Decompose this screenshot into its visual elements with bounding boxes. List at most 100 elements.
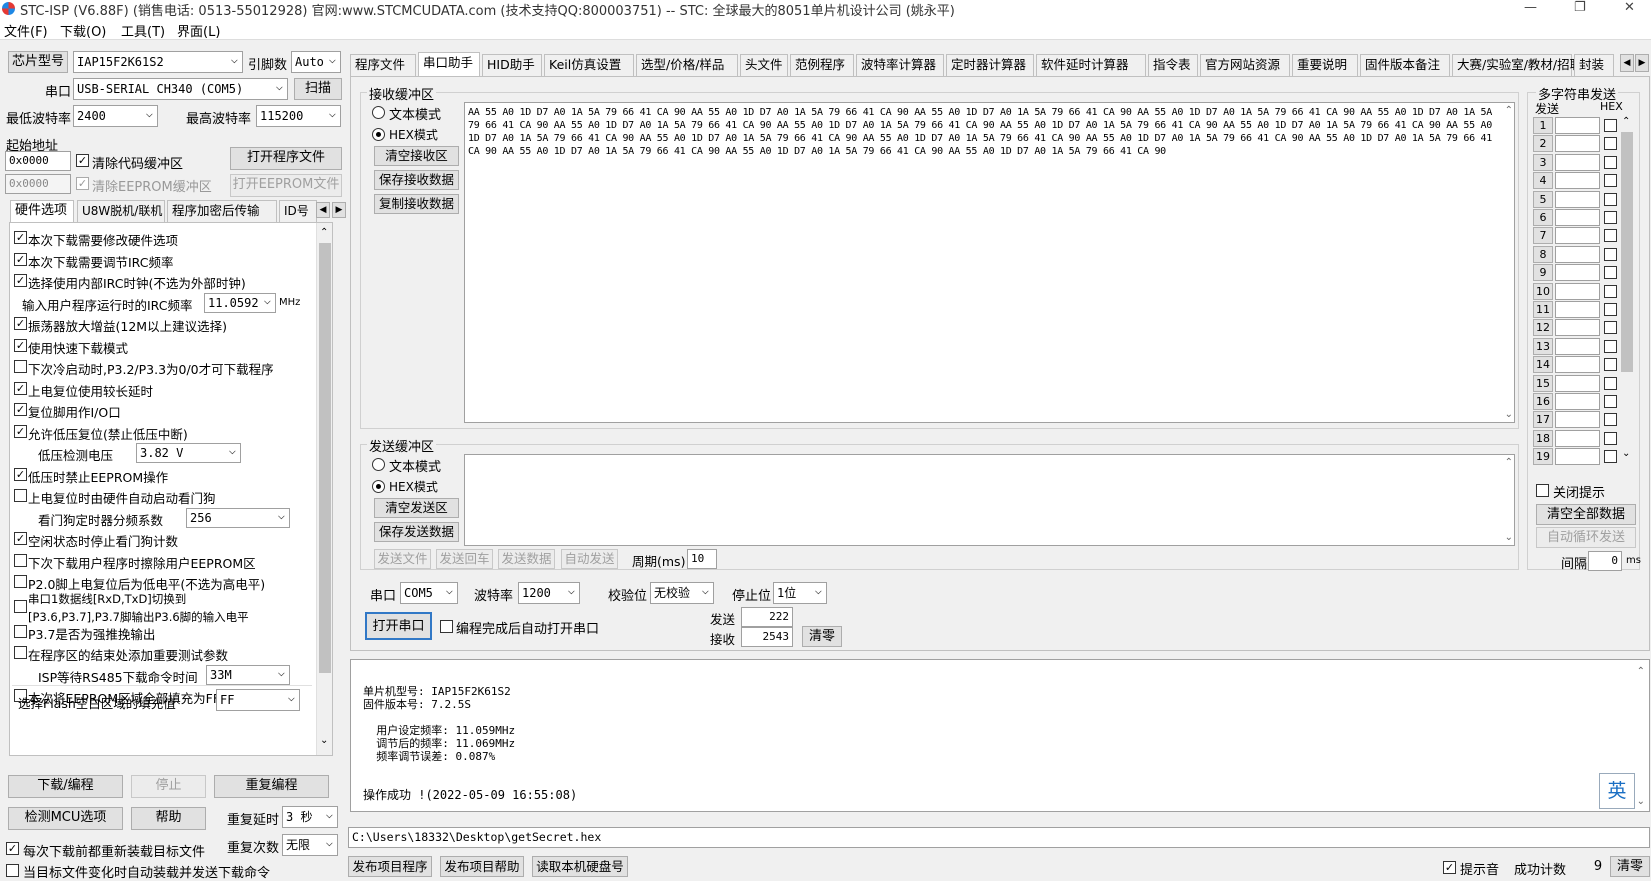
hardware-option-checkbox[interactable]: ✓ xyxy=(14,403,27,416)
multi-send-row-hex-checkbox[interactable] xyxy=(1604,321,1617,335)
send-scroll-up-icon[interactable]: ⌃ xyxy=(1505,457,1513,468)
multi-send-row-button[interactable]: 16 xyxy=(1533,393,1553,410)
receive-textarea[interactable]: AA 55 A0 1D D7 A0 1A 5A 79 66 41 CA 90 A… xyxy=(464,102,1515,423)
main-tab-7[interactable]: 波特率计算器 xyxy=(856,54,944,76)
multi-send-row-input[interactable] xyxy=(1555,245,1600,263)
multi-send-row-button[interactable]: 18 xyxy=(1533,429,1553,447)
send-hex-mode-radio[interactable] xyxy=(372,480,385,493)
scan-button[interactable]: 扫描 xyxy=(294,78,342,100)
hardware-option-checkbox[interactable] xyxy=(14,575,27,588)
multi-send-row-hex-checkbox[interactable] xyxy=(1604,376,1617,390)
multi-scroll-thumb[interactable] xyxy=(1621,132,1633,372)
multi-send-row-input[interactable] xyxy=(1555,337,1600,355)
clear-receive-button[interactable]: 清空接收区 xyxy=(374,146,459,166)
parity-select[interactable]: 无校验 xyxy=(650,582,714,604)
min-baud-select[interactable]: 2400 xyxy=(73,105,158,127)
autoload-checkbox[interactable] xyxy=(6,864,19,877)
multi-send-row-hex-checkbox[interactable] xyxy=(1604,339,1617,353)
main-tab-8[interactable]: 定时器计算器 xyxy=(946,54,1034,76)
tab-id[interactable]: ID号 xyxy=(279,200,317,222)
recv-scroll-down-icon[interactable]: ⌄ xyxy=(1505,409,1513,420)
multi-send-row-input[interactable] xyxy=(1555,301,1600,318)
hardware-option-checkbox[interactable]: ✓ xyxy=(14,274,27,287)
hardware-option-checkbox[interactable] xyxy=(14,489,27,502)
minimize-button[interactable]: — xyxy=(1524,0,1537,15)
multi-send-row-hex-checkbox[interactable] xyxy=(1604,431,1617,445)
hardware-option-select[interactable]: 11.0592 xyxy=(204,292,276,313)
multi-send-row-input[interactable] xyxy=(1555,209,1600,226)
multi-send-row-button[interactable]: 14 xyxy=(1533,356,1553,374)
main-tab-0[interactable]: 程序文件 xyxy=(350,54,416,76)
send-enter-button[interactable]: 发送回车 xyxy=(436,549,493,569)
multi-send-row-button[interactable]: 1 xyxy=(1533,117,1553,134)
hardware-option-checkbox[interactable]: ✓ xyxy=(14,467,27,481)
multi-send-row-input[interactable] xyxy=(1555,135,1600,153)
multi-send-row-hex-checkbox[interactable] xyxy=(1604,155,1617,169)
multi-send-row-hex-checkbox[interactable] xyxy=(1604,119,1617,132)
multi-send-row-button[interactable]: 3 xyxy=(1533,153,1553,171)
detect-mcu-button[interactable]: 检测MCU选项 xyxy=(8,807,123,830)
multi-send-row-hex-checkbox[interactable] xyxy=(1604,450,1617,464)
reload-checkbox[interactable]: ✓ xyxy=(6,842,19,855)
multi-send-row-input[interactable] xyxy=(1555,411,1600,429)
hardware-option-checkbox[interactable]: ✓ xyxy=(14,252,27,266)
scroll-thumb[interactable] xyxy=(319,243,331,673)
multi-scrollbar[interactable]: ⌃ ⌄ xyxy=(1619,116,1635,464)
max-baud-select[interactable]: 115200 xyxy=(256,105,341,127)
main-tab-12[interactable]: 重要说明 xyxy=(1292,54,1358,76)
recv-hex-mode-radio[interactable] xyxy=(372,128,385,141)
repeat-count-select[interactable]: 无限 xyxy=(282,834,338,856)
multi-send-row-hex-checkbox[interactable] xyxy=(1604,358,1617,372)
open-program-button[interactable]: 打开程序文件 xyxy=(230,147,342,170)
menu-view[interactable]: 界面(L) xyxy=(177,21,220,40)
main-tab-4[interactable]: 选型/价格/样品 xyxy=(636,54,738,76)
repeat-delay-select[interactable]: 3 秒 xyxy=(282,806,338,828)
hardware-option-select[interactable]: 256 xyxy=(186,507,290,528)
multi-send-row-hex-checkbox[interactable] xyxy=(1604,211,1617,224)
hardware-option-checkbox[interactable] xyxy=(14,360,27,373)
open-eeprom-button[interactable]: 打开EEPROM文件 xyxy=(230,174,342,197)
tab-scroll-left-icon[interactable]: ◀ xyxy=(316,202,330,218)
multi-send-row-button[interactable]: 10 xyxy=(1533,282,1553,300)
multi-send-row-button[interactable]: 12 xyxy=(1533,319,1553,337)
multi-send-row-hex-checkbox[interactable] xyxy=(1604,413,1617,427)
main-tab-14[interactable]: 大赛/实验室/教材/招聘 xyxy=(1452,54,1582,76)
multi-send-row-input[interactable] xyxy=(1555,153,1600,171)
hardware-option-checkbox[interactable] xyxy=(14,646,27,659)
clear-code-checkbox[interactable]: ✓ xyxy=(76,154,89,167)
main-tab-6[interactable]: 范例程序 xyxy=(790,54,854,76)
baud-select[interactable]: 1200 xyxy=(518,582,580,604)
multi-send-row-hex-checkbox[interactable] xyxy=(1604,229,1617,243)
multi-send-row-input[interactable] xyxy=(1555,117,1600,134)
hardware-option-checkbox[interactable]: ✓ xyxy=(14,532,27,545)
download-program-button[interactable]: 下载/编程 xyxy=(8,775,123,798)
send-file-button[interactable]: 发送文件 xyxy=(374,549,431,569)
scroll-up-icon[interactable]: ⌃ xyxy=(320,227,328,238)
hardware-option-checkbox[interactable]: ✓ xyxy=(14,381,27,395)
multi-send-row-button[interactable]: 17 xyxy=(1533,411,1553,429)
sound-checkbox[interactable]: ✓ xyxy=(1443,861,1456,874)
hardware-option-select[interactable]: 3.82 V xyxy=(136,443,241,463)
multi-send-row-input[interactable] xyxy=(1555,264,1600,282)
menu-file[interactable]: 文件(F) xyxy=(4,21,48,40)
maximize-button[interactable]: ❐ xyxy=(1574,0,1586,15)
multi-send-row-button[interactable]: 8 xyxy=(1533,245,1553,263)
clear-send-button[interactable]: 清空发送区 xyxy=(374,498,459,518)
multi-send-row-hex-checkbox[interactable] xyxy=(1604,395,1617,408)
multi-send-row-button[interactable]: 6 xyxy=(1533,209,1553,226)
send-data-button[interactable]: 发送数据 xyxy=(498,549,555,569)
publish-project-button[interactable]: 发布项目程序 xyxy=(348,856,432,877)
main-tab-10[interactable]: 指令表 xyxy=(1148,54,1198,76)
menu-download[interactable]: 下载(O) xyxy=(60,21,106,40)
auto-send-button[interactable]: 自动发送 xyxy=(561,549,618,569)
multi-send-row-button[interactable]: 11 xyxy=(1533,301,1553,318)
tab-hardware-options[interactable]: 硬件选项 xyxy=(10,200,74,224)
reprogram-button[interactable]: 重复编程 xyxy=(214,775,329,798)
hardware-option-checkbox[interactable] xyxy=(14,624,27,638)
port-select-2[interactable]: COM5 xyxy=(400,582,458,604)
main-tab-11[interactable]: 官方网站资源 xyxy=(1200,54,1290,76)
close-button[interactable]: ✕ xyxy=(1624,0,1635,15)
multi-send-row-hex-checkbox[interactable] xyxy=(1604,174,1617,188)
multi-send-row-input[interactable] xyxy=(1555,319,1600,337)
tab-u8w[interactable]: U8W脱机/联机 xyxy=(77,200,165,222)
